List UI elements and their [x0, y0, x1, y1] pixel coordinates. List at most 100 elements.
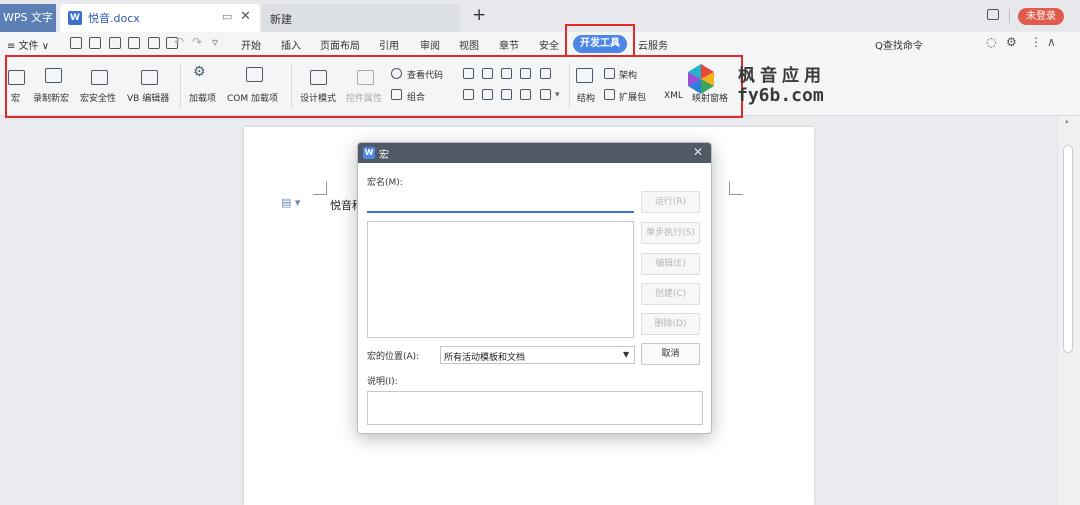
open-icon[interactable] [70, 37, 82, 49]
macro-name-input[interactable] [367, 195, 634, 213]
tab-chapter[interactable]: 章节 [499, 37, 519, 52]
page-corner-mark [729, 181, 743, 195]
dialog-app-icon: W [363, 147, 375, 159]
scroll-up-icon[interactable]: ▴ [1065, 117, 1069, 125]
dialog-close-icon[interactable]: ✕ [693, 145, 703, 159]
dialog-title: 宏 [379, 150, 389, 161]
watermark-url: fy6b.com [737, 85, 824, 106]
tab-page-layout[interactable]: 页面布局 [320, 37, 360, 52]
close-tab-icon[interactable]: ✕ [240, 9, 251, 24]
record-macro-icon [45, 68, 62, 83]
legacy-tools-icon[interactable] [540, 89, 551, 100]
control-properties-label: 控件属性 [346, 94, 383, 104]
macro-location-select[interactable]: 所有活动模板和文档 ▼ [440, 346, 635, 364]
tab-references[interactable]: 引用 [379, 37, 399, 52]
repeating-section-control-icon[interactable] [520, 89, 531, 100]
expansion-pack-icon [604, 89, 615, 100]
add-tab-icon[interactable]: + [472, 5, 486, 25]
combo-box-control-icon[interactable] [463, 89, 474, 100]
export-icon[interactable] [109, 37, 121, 49]
document-tab[interactable]: W 悦音.docx ▭ ✕ [60, 4, 260, 32]
search-command[interactable]: Q查找命令 [875, 37, 923, 52]
cancel-button[interactable]: 取消 [641, 343, 700, 365]
macro-list[interactable] [367, 221, 634, 338]
tab-home[interactable]: 开始 [241, 37, 261, 52]
com-addins-icon [246, 67, 263, 82]
macro-security-icon [91, 70, 108, 85]
dropdown-list-control-icon[interactable] [482, 89, 493, 100]
tab-cloud-services[interactable]: 云服务 [638, 37, 668, 52]
run-button[interactable]: 运行(R) [641, 191, 700, 213]
addins-gear-icon: ⚙ [193, 64, 206, 80]
file-menu[interactable]: ≡ 文件 ∨ [7, 37, 49, 52]
schema-icon [604, 68, 615, 79]
ribbon-divider [180, 64, 181, 108]
addins-label: 加载项 [189, 94, 217, 104]
quick-access-dropdown-icon[interactable]: ▿ [212, 35, 218, 49]
fy6b-logo-icon [688, 64, 714, 94]
settings-gear-icon[interactable]: ⚙ [1006, 35, 1017, 49]
text-control-icon[interactable] [463, 68, 474, 79]
macro-dialog: W 宏 ✕ 宏名(M): 运行(R) 单步执行(S) 编辑(E) 创建(C) 删… [357, 142, 712, 434]
macro-name-label: 宏名(M): [367, 178, 403, 188]
vb-editor-icon [141, 70, 158, 85]
scrollbar-thumb[interactable] [1063, 145, 1073, 353]
tab-review[interactable]: 审阅 [420, 37, 440, 52]
collapse-ribbon-icon[interactable]: ∧ [1047, 35, 1056, 49]
macro-label: 宏 [11, 94, 21, 104]
checkbox-control-icon[interactable] [540, 68, 551, 79]
new-tab-label: 新建 [270, 13, 292, 26]
tab-insert[interactable]: 插入 [281, 37, 301, 52]
picture-control-icon[interactable] [501, 68, 512, 79]
monitor-icon[interactable]: ▭ [222, 10, 232, 23]
legacy-tools-dropdown-icon[interactable]: ▾ [555, 90, 560, 100]
macro-icon [8, 70, 25, 85]
structure-label: 结构 [577, 94, 596, 104]
design-mode-label: 设计模式 [300, 94, 337, 104]
login-button[interactable]: 未登录 [1018, 8, 1064, 25]
highlight-box-developer-tab [565, 24, 635, 59]
highlight-box-ribbon [5, 55, 743, 118]
macro-location-label: 宏的位置(A): [367, 352, 420, 362]
date-picker-control-icon[interactable] [501, 89, 512, 100]
new-tab[interactable]: 新建 [262, 4, 460, 32]
tab-view[interactable]: 视图 [459, 37, 479, 52]
description-label: 说明(I): [367, 377, 398, 387]
delete-button[interactable]: 删除(D) [641, 313, 700, 335]
save-icon[interactable] [89, 37, 101, 49]
macro-security-label: 宏安全性 [80, 94, 117, 104]
macro-location-value: 所有活动模板和文档 [444, 353, 526, 363]
window-mode-icon[interactable] [987, 9, 999, 20]
design-mode-icon [310, 70, 327, 85]
view-code-label: 查看代码 [407, 71, 444, 81]
word-doc-icon: W [68, 11, 82, 25]
redo-icon[interactable]: ↷ [192, 35, 202, 49]
watermark-title: 枫音应用 [738, 66, 826, 86]
view-code-icon [391, 68, 402, 79]
group-label: 组合 [407, 93, 426, 103]
building-block-control-icon[interactable] [520, 68, 531, 79]
step-into-button[interactable]: 单步执行(S) [641, 222, 700, 244]
structure-icon [576, 68, 593, 83]
chat-icon[interactable]: ◌ [986, 35, 996, 49]
pdf-icon[interactable] [128, 37, 140, 49]
document-tab-name: 悦音.docx [88, 12, 140, 25]
title-bar: WPS 文字 W 悦音.docx ▭ ✕ 新建 + 未登录 [0, 0, 1080, 32]
edit-button[interactable]: 编辑(E) [641, 253, 700, 275]
com-addins-label: COM 加载项 [227, 94, 278, 104]
titlebar-divider [1009, 9, 1010, 23]
tab-security[interactable]: 安全 [539, 37, 559, 52]
undo-icon[interactable]: ↶ [174, 35, 184, 49]
vb-editor-label: VB 编辑器 [127, 94, 170, 104]
rich-text-control-icon[interactable] [482, 68, 493, 79]
paragraph-options-icon[interactable]: ▤ ▾ [281, 196, 300, 209]
description-box[interactable] [367, 391, 703, 425]
schema-label: 架构 [619, 71, 638, 81]
menu-bar: ≡ 文件 ∨ ↶ ↷ ▿ 开始 插入 页面布局 引用 审阅 视图 章节 安全 开… [0, 32, 1080, 56]
more-icon[interactable]: ⋮ [1030, 35, 1042, 49]
wps-app-tab[interactable]: WPS 文字 [0, 4, 56, 32]
control-properties-icon [357, 70, 374, 85]
dialog-title-bar[interactable]: W 宏 ✕ [358, 143, 711, 163]
print-icon[interactable] [148, 37, 160, 49]
create-button[interactable]: 创建(C) [641, 283, 700, 305]
